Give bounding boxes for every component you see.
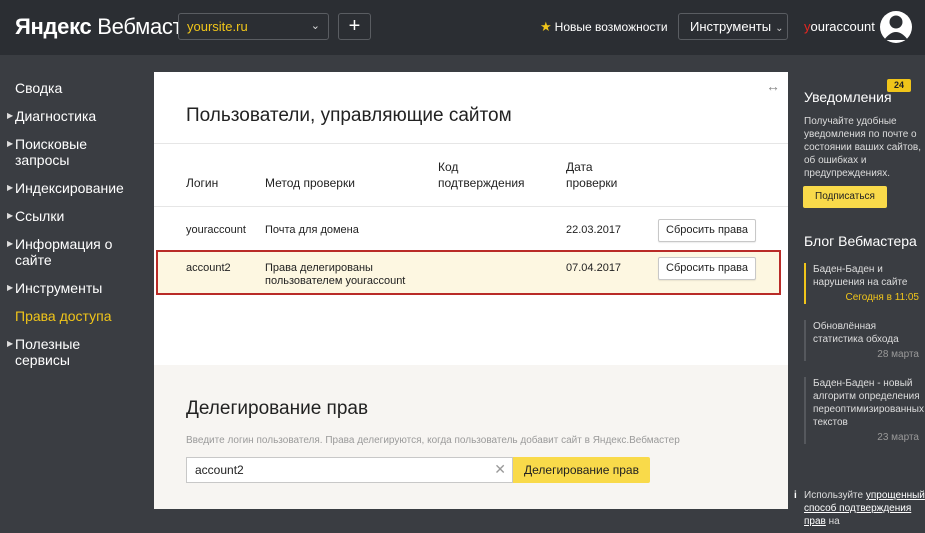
sidebar-item-search-queries[interactable]: ▶ Поисковые запросы xyxy=(7,136,125,168)
cell-login: account2 xyxy=(186,262,231,274)
reset-rights-button[interactable]: Сбросить права xyxy=(658,257,756,280)
sidebar-item-site-info[interactable]: ▶ Информация о сайте xyxy=(7,236,115,268)
page-title: Пользователи, управляющие сайтом xyxy=(186,105,512,126)
star-icon: ★ xyxy=(540,19,552,34)
avatar[interactable] xyxy=(880,10,912,44)
sidebar-item-diagnostics[interactable]: ▶ Диагностика xyxy=(7,108,97,124)
column-header-code: Код подтверждения xyxy=(438,160,525,190)
add-site-button[interactable]: + xyxy=(338,13,371,40)
chevron-down-icon: ⌄ xyxy=(775,23,784,34)
caret-right-icon: ▶ xyxy=(7,283,14,292)
logo-brand: Яндекс xyxy=(15,14,92,39)
cell-method: Почта для домена xyxy=(265,224,359,236)
login-input-value: account2 xyxy=(195,463,244,477)
sidebar-item-label: Ссылки xyxy=(15,208,65,224)
column-header-date: Дата проверки xyxy=(566,160,618,190)
blog-item[interactable]: Баден-Баден - новый алгоритм определения… xyxy=(804,377,925,444)
delegate-button[interactable]: Делегирование прав xyxy=(513,457,650,483)
cell-date: 07.04.2017 xyxy=(566,262,622,274)
column-header-login: Логин xyxy=(186,176,219,190)
caret-right-icon: ▶ xyxy=(7,183,14,192)
caret-right-icon: ▶ xyxy=(7,211,14,220)
blog-item-date: 23 марта xyxy=(877,432,919,443)
account-name[interactable]: youraccount xyxy=(804,19,875,34)
sidebar-item-useful-services[interactable]: ▶ Полезные сервисы xyxy=(7,336,105,368)
notifications-badge: 24 xyxy=(887,79,911,92)
delegation-section: Делегирование прав Введите логин пользов… xyxy=(154,365,788,509)
cell-method: Права делегированы пользователем youracc… xyxy=(265,262,406,287)
new-features-link[interactable]: ★ Новые возможности xyxy=(540,19,668,35)
login-input[interactable]: account2 ✕ xyxy=(186,457,513,483)
sidebar-item-label: Полезные сервисы xyxy=(15,336,81,368)
sidebar: Сводка ▶ Диагностика ▶ Поисковые запросы ▶… xyxy=(0,55,154,533)
delegation-hint: Введите логин пользователя. Права делеги… xyxy=(186,435,680,446)
top-header: Яндекс Вебмастер yoursite.ru ⌄ + ★ Новые … xyxy=(0,0,925,55)
site-select[interactable]: yoursite.ru ⌄ xyxy=(178,13,329,40)
blog-item[interactable]: Баден-Баден и нарушения на сайте Сегодня… xyxy=(804,263,925,304)
tools-label: Инструменты xyxy=(690,19,772,34)
caret-right-icon: ▶ xyxy=(7,239,14,248)
chevron-down-icon: ⌄ xyxy=(310,20,320,32)
blog-item-text: Обновлённая статистика обхода xyxy=(813,321,899,345)
sidebar-item-access-rights[interactable]: Права доступа xyxy=(15,308,111,324)
account-name-rest: ouraccount xyxy=(810,19,875,34)
blog-item-text: Баден-Баден и нарушения на сайте xyxy=(813,264,908,288)
notifications-text: Получайте удобные уведомления по почте о… xyxy=(804,116,922,179)
delegation-title: Делегирование прав xyxy=(186,398,369,419)
reset-rights-button[interactable]: Сбросить права xyxy=(658,219,756,242)
info-text: Используйте упрощенный способ подтвержде… xyxy=(794,489,925,528)
caret-right-icon: ▶ xyxy=(7,111,14,120)
tools-dropdown[interactable]: Инструменты ⌄ xyxy=(678,13,788,40)
sidebar-item-summary[interactable]: Сводка xyxy=(15,80,62,96)
sidebar-item-label: Сводка xyxy=(15,80,63,96)
caret-right-icon: ▶ xyxy=(7,139,14,148)
column-header-method: Метод проверки xyxy=(265,176,355,190)
sidebar-item-label: Права доступа xyxy=(15,308,112,324)
info-prefix: Используйте xyxy=(804,490,864,501)
sidebar-item-label: Поисковые запросы xyxy=(15,136,88,168)
expand-icon[interactable]: ↔ xyxy=(766,78,780,94)
blog-item[interactable]: Обновлённая статистика обхода 28 марта xyxy=(804,320,925,361)
sidebar-item-tools[interactable]: ▶ Инструменты xyxy=(7,280,103,296)
user-avatar-icon xyxy=(880,11,912,43)
blog-item-date: Сегодня в 11:05 xyxy=(845,292,919,303)
info-icon: i xyxy=(794,490,797,501)
site-select-value: yoursite.ru xyxy=(187,19,248,34)
sidebar-item-indexing[interactable]: ▶ Индексирование xyxy=(7,180,124,196)
blog-item-date: 28 марта xyxy=(877,349,919,360)
divider xyxy=(154,206,788,207)
info-note: i Используйте упрощенный способ подтверж… xyxy=(794,489,925,528)
blog-item-text: Баден-Баден - новый алгоритм определения… xyxy=(813,378,924,428)
sidebar-item-label: Инструменты xyxy=(15,280,103,296)
sidebar-item-label: Индексирование xyxy=(15,180,124,196)
main-content: ↔ Пользователи, управляющие сайтом Логин… xyxy=(154,72,788,509)
divider xyxy=(154,143,788,144)
clear-icon[interactable]: ✕ xyxy=(494,461,506,478)
sidebar-item-label: Диагностика xyxy=(15,108,97,124)
info-suffix: на xyxy=(828,516,840,527)
cell-login: youraccount xyxy=(186,224,246,236)
subscribe-button[interactable]: Подписаться xyxy=(803,186,887,208)
sidebar-item-label: Информация о сайте xyxy=(15,236,113,268)
cell-date: 22.03.2017 xyxy=(566,224,622,236)
sidebar-item-links[interactable]: ▶ Ссылки xyxy=(7,208,65,224)
blog-title: Блог Вебмастера xyxy=(804,233,917,249)
notifications-title: Уведомления xyxy=(804,89,892,105)
new-features-label: Новые возможности xyxy=(554,20,668,34)
caret-right-icon: ▶ xyxy=(7,339,14,348)
